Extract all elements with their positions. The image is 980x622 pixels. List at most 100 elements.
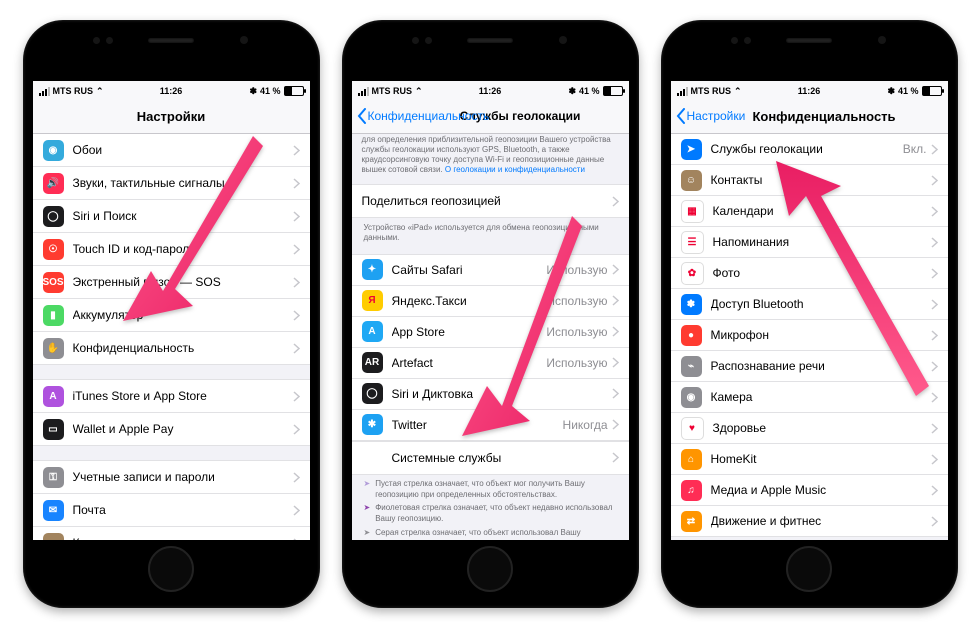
mic-icon: ● [681,325,702,346]
settings-row-siri[interactable]: ◯ Siri и Поиск [33,200,310,233]
settings-row-wallet[interactable]: ▭ Wallet и Apple Pay [33,413,310,446]
privacy-footer: Программы, запросившие доступ к Вашим да… [671,537,948,540]
wallet-icon: ▭ [43,419,64,440]
settings-row-bt[interactable]: ✽Доступ Bluetooth [671,289,948,320]
home-button[interactable] [786,546,832,592]
photos-icon: ✿ [681,262,704,285]
share-footer: Устройство «iPad» используется для обмен… [352,218,629,244]
home-button[interactable] [148,546,194,592]
settings-row-mail[interactable]: ✉Почта [33,494,310,527]
settings-row-camera[interactable]: ◉Камера [671,382,948,413]
chevron-right-icon [293,145,300,156]
screen-settings: MTS RUS⌃ 11:26 ✽41 % Настройки ◉Обои🔊Зву… [33,81,310,540]
chevron-right-icon [293,211,300,222]
battery-icon [284,86,304,96]
row-label: Конфиденциальность [73,341,293,355]
yandex-icon: Я [362,290,383,311]
phone-frame: MTS RUS⌃ 11:26 ✽41 % Настройки ◉Обои🔊Зву… [23,20,320,608]
row-label: iTunes Store и App Store [73,389,293,403]
row-label: Здоровье [713,421,931,435]
share-location-row[interactable]: Поделиться геопозицией [352,184,629,218]
chevron-right-icon [931,144,938,155]
chevron-right-icon [612,388,619,399]
privacy-link[interactable]: О геолокации и конфиденциальности [445,165,585,174]
safari-icon: ✦ [362,259,383,280]
settings-row-homekit[interactable]: ⌂HomeKit [671,444,948,475]
row-label: Микрофон [711,328,931,342]
settings-row-speech[interactable]: ⌁Распознавание речи [671,351,948,382]
status-bar: MTS RUS⌃ 11:26 ✽41 % [33,81,310,99]
homekit-icon: ⌂ [681,449,702,470]
row-detail: Вкл. [903,142,927,156]
home-button[interactable] [467,546,513,592]
row-label: Обои [73,143,293,157]
mail-icon: ✉ [43,500,64,521]
row-label: Напоминания [713,235,931,249]
settings-row-accounts[interactable]: ⚿Учетные записи и пароли [33,460,310,494]
settings-row-music[interactable]: ♫Медиа и Apple Music [671,475,948,506]
chevron-right-icon [931,392,938,403]
settings-row-sos[interactable]: SOSЭкстренный вызов — SOS [33,266,310,299]
row-label: Звуки, тактильные сигналы [73,176,293,190]
row-detail: Использую [546,356,607,370]
privacy-icon: ✋ [43,338,64,359]
back-button[interactable]: Настройки [671,108,746,124]
siridict-icon: ◯ [362,383,383,404]
siri-icon: ◯ [43,206,64,227]
settings-row-contacts[interactable]: ☺Контакты [33,527,310,540]
chevron-right-icon [931,361,938,372]
camera-icon: ◉ [681,387,702,408]
chevron-right-icon [612,196,619,207]
row-label: Сайты Safari [392,263,547,277]
settings-row-photos[interactable]: ✿Фото [671,258,948,289]
chevron-right-icon [293,472,300,483]
arrow-legend: ➤Пустая стрелка означает, что объект мог… [352,475,629,540]
status-bar: MTS RUS⌃ 11:26 ✽41 % [352,81,629,99]
health-icon: ♥ [681,417,704,440]
settings-row-mic[interactable]: ● Микрофон [671,320,948,351]
bt-icon: ✽ [681,294,702,315]
row-label: Медиа и Apple Music [711,483,931,497]
chevron-right-icon [293,343,300,354]
settings-row-health[interactable]: ♥ Здоровье [671,413,948,444]
settings-row-sounds[interactable]: 🔊 Звуки, тактильные сигналы [33,167,310,200]
settings-row-yandex[interactable]: ЯЯндекс.ТаксиИспользую [352,286,629,317]
phone-frame: MTS RUS⌃ 11:26 ✽41 % Настройки Конфиденц… [661,20,958,608]
back-button[interactable]: Конфиденциальность [352,108,490,124]
row-detail: Никогда [563,418,608,432]
settings-row-wallpaper[interactable]: ◉Обои [33,134,310,167]
settings-row-motion[interactable]: ⇄Движение и фитнес [671,506,948,537]
touchid-icon: ☉ [43,239,64,260]
settings-row-twitter[interactable]: ✱TwitterНикогда [352,410,629,441]
row-label: Контакты [711,173,931,187]
settings-row-privacy[interactable]: ✋ Конфиденциальность [33,332,310,365]
row-label: Siri и Диктовка [392,387,612,401]
legend-arrow-icon: ➤ [364,479,371,501]
settings-row-reminders[interactable]: ☰Напоминания [671,227,948,258]
settings-row-contacts2[interactable]: ☺Контакты [671,165,948,196]
settings-row-touchid[interactable]: ☉Touch ID и код-пароль [33,233,310,266]
settings-row-calendar2[interactable]: ▦Календари [671,196,948,227]
chevron-right-icon [293,391,300,402]
row-label: Siri и Поиск [73,209,293,223]
settings-row-itunes[interactable]: AiTunes Store и App Store [33,379,310,413]
chevron-left-icon [357,108,367,124]
settings-row-artefact[interactable]: ARArtefactИспользую [352,348,629,379]
appstore-icon: A [362,321,383,342]
legend-arrow-icon: ➤ [364,528,371,540]
settings-row-battery[interactable]: ▮Аккумулятор [33,299,310,332]
wifi-icon: ⌃ [96,86,104,97]
row-label: Wallet и Apple Pay [73,422,293,436]
sounds-icon: 🔊 [43,173,64,194]
chevron-right-icon [293,310,300,321]
system-services-row[interactable]: Системные службы [352,441,629,475]
settings-row-appstore[interactable]: AApp StoreИспользую [352,317,629,348]
chevron-right-icon [293,538,300,541]
chevron-right-icon [293,244,300,255]
settings-row-siridict[interactable]: ◯ Siri и Диктовка [352,379,629,410]
settings-row-location[interactable]: ➤Службы геолокацииВкл. [671,134,948,165]
row-label: Распознавание речи [711,359,931,373]
row-label: App Store [392,325,547,339]
chevron-right-icon [612,264,619,275]
settings-row-safari[interactable]: ✦Сайты SafariИспользую [352,254,629,286]
